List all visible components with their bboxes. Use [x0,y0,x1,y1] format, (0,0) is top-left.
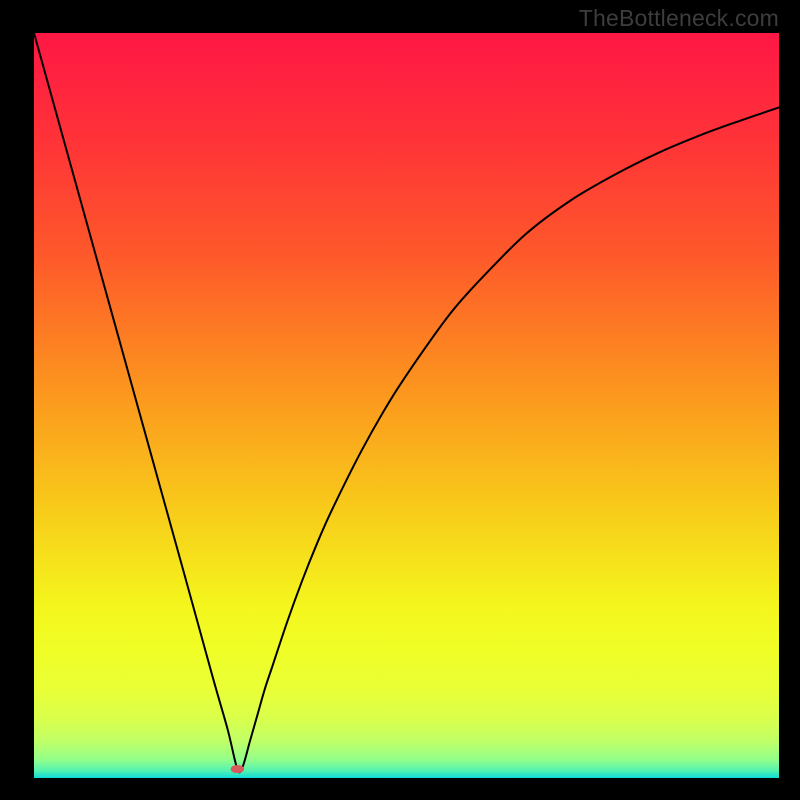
chart-svg [34,33,779,778]
gradient-background [34,33,779,778]
plot-area [34,33,779,778]
optimum-marker [231,765,244,773]
watermark-text: TheBottleneck.com [579,5,779,32]
chart-frame: TheBottleneck.com [0,0,800,800]
